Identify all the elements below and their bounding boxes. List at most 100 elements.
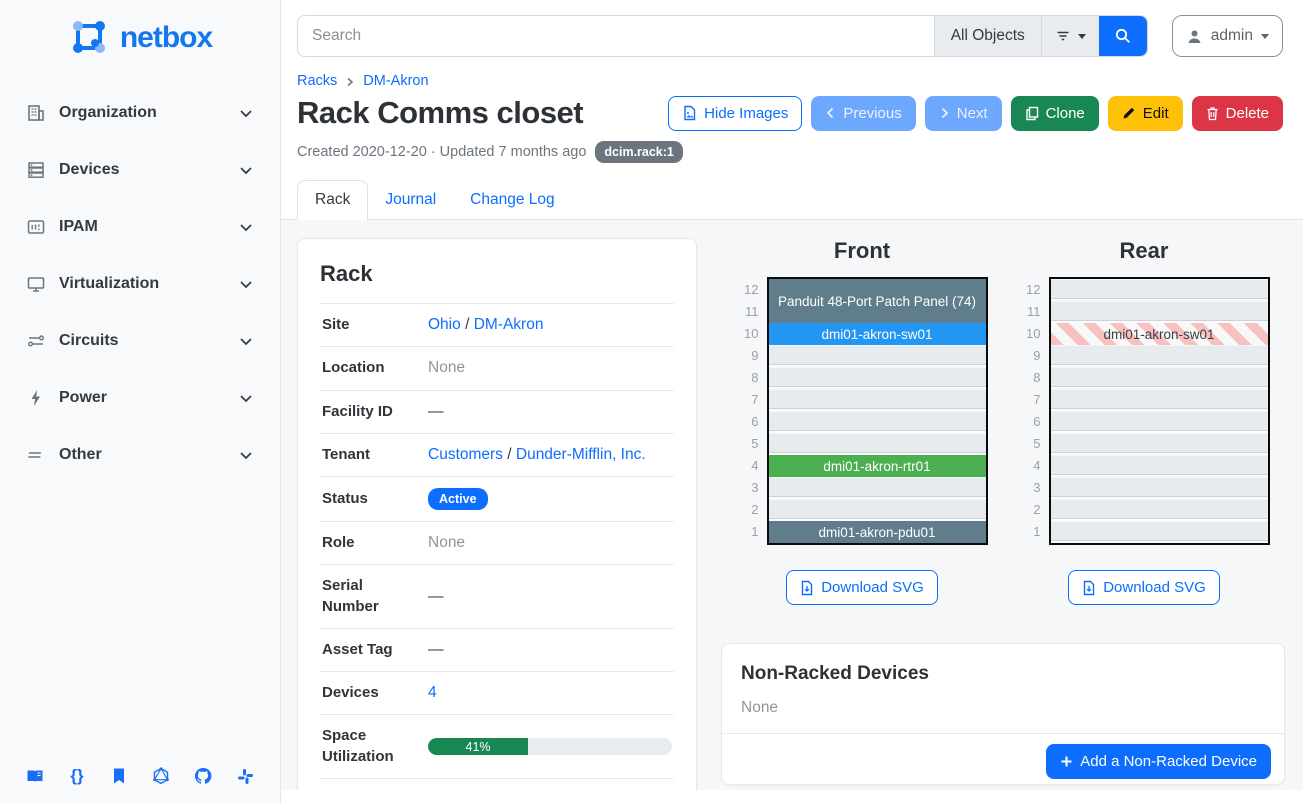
next-button[interactable]: Next [925,96,1002,131]
chevron-down-icon [238,390,254,406]
breadcrumb-link-site[interactable]: DM-Akron [363,73,428,89]
sidebar-item-ipam[interactable]: IPAM [18,210,262,244]
rack-device[interactable]: dmi01-akron-sw01 [769,323,986,345]
search-filter-button[interactable] [1041,16,1099,56]
breadcrumb-link-racks[interactable]: Racks [297,73,337,89]
object-id-badge: dcim.rack:1 [595,141,682,163]
tab-change-log[interactable]: Change Log [453,181,571,219]
filter-icon [1055,28,1071,44]
front-unit-numbers: 1211 109 87 65 43 21 [737,277,759,545]
table-row-status: Status Active [320,477,674,522]
empty-unit[interactable] [1051,279,1268,301]
search-input[interactable] [298,16,934,56]
caret-down-icon [1078,34,1086,39]
asset-tag-value: — [420,641,672,659]
plus-icon [1060,755,1073,768]
front-elevation-title: Front [834,238,890,264]
person-icon [1186,28,1203,45]
empty-unit[interactable] [1051,477,1268,499]
clone-button[interactable]: Clone [1011,96,1099,131]
table-row-location: Location None [320,347,674,390]
empty-unit[interactable] [1051,411,1268,433]
title-row: Rack Comms closet Hide Images Previous N… [281,89,1303,131]
sidebar-item-virtualization[interactable]: Virtualization [18,267,262,301]
table-row-role: Role None [320,522,674,565]
delete-button[interactable]: Delete [1192,96,1283,131]
empty-unit[interactable] [769,499,986,521]
previous-button[interactable]: Previous [811,96,915,131]
empty-unit[interactable] [1051,389,1268,411]
empty-unit[interactable] [1051,433,1268,455]
sidebar-footer: {} [0,765,280,803]
rest-api-braces-icon[interactable]: {} [66,765,88,787]
rack-device[interactable]: dmi01-akron-rtr01 [769,455,986,477]
add-non-racked-device-button[interactable]: Add a Non-Racked Device [1046,744,1271,779]
monitor-icon [26,274,46,294]
empty-unit[interactable] [1051,301,1268,323]
pencil-icon [1122,106,1136,120]
status-badge: Active [428,488,488,510]
location-value: None [420,359,672,377]
empty-unit[interactable] [769,345,986,367]
sidebar-item-power[interactable]: Power [18,381,262,415]
empty-unit[interactable] [769,433,986,455]
empty-unit[interactable] [1051,521,1268,543]
search-scope-selector[interactable]: All Objects [934,16,1041,56]
tab-rack[interactable]: Rack [297,180,368,220]
empty-unit[interactable] [1051,455,1268,477]
netbox-logo[interactable]: netbox [0,0,280,70]
slack-icon[interactable] [234,765,256,787]
tab-journal[interactable]: Journal [368,181,453,219]
download-svg-front-button[interactable]: Download SVG [786,570,938,605]
devices-count-link[interactable]: 4 [428,684,437,701]
chevron-down-icon [238,219,254,235]
tenant-group-link[interactable]: Customers [428,446,503,463]
building-icon [26,103,46,123]
sidebar-menu: Organization Devices IPAM Virtualization… [0,70,280,495]
chevron-right-icon [345,77,355,87]
bookmark-icon[interactable] [108,765,130,787]
empty-unit[interactable] [1051,367,1268,389]
site-region-link[interactable]: Ohio [428,316,461,333]
right-column: Front 1211 109 87 65 43 21 Panduit 48-Po… [721,238,1285,790]
empty-unit[interactable] [769,411,986,433]
github-icon[interactable] [192,765,214,787]
sidebar-item-organization[interactable]: Organization [18,96,262,130]
empty-unit[interactable] [769,477,986,499]
sidebar-item-other[interactable]: Other [18,438,262,472]
empty-unit[interactable] [1051,499,1268,521]
rack-device-rear[interactable]: dmi01-akron-sw01 [1051,323,1268,345]
rear-elevation: Rear 1211 109 87 65 43 21 dmi01-akron-sw… [1003,238,1285,610]
user-menu-button[interactable]: admin [1172,15,1283,57]
rack-device[interactable]: dmi01-akron-pdu01 [769,521,986,543]
search-scope-label: All Objects [951,27,1025,45]
empty-unit[interactable] [769,389,986,411]
space-utilization-fill: 41% [428,738,528,755]
sidebar-item-label: Organization [59,104,157,122]
docs-book-icon[interactable] [24,765,46,787]
rear-rack-diagram: dmi01-akron-sw01 [1049,277,1270,545]
tab-content: Rack Site Ohio / DM-Akron Location None [281,220,1303,790]
main-area: All Objects admin Racks DM-Akron Rack Co… [281,0,1303,803]
download-svg-rear-button[interactable]: Download SVG [1068,570,1220,605]
search-submit-button[interactable] [1099,16,1147,56]
lightning-icon [26,388,46,408]
transit-icon [26,331,46,351]
sidebar-item-label: Virtualization [59,275,159,293]
tab-bar: Rack Journal Change Log [281,180,1303,220]
sidebar-item-circuits[interactable]: Circuits [18,324,262,358]
created-updated-text: Created 2020-12-20 · Updated 7 months ag… [297,144,586,160]
hide-images-button[interactable]: Hide Images [668,96,802,131]
empty-unit[interactable] [1051,345,1268,367]
empty-unit[interactable] [769,367,986,389]
edit-button[interactable]: Edit [1108,96,1183,131]
ip-card-icon [26,217,46,237]
graphql-icon[interactable] [150,765,172,787]
site-link[interactable]: DM-Akron [474,316,544,333]
sidebar-item-devices[interactable]: Devices [18,153,262,187]
sidebar-item-label: IPAM [59,218,98,236]
serial-number-value: — [420,588,672,606]
tenant-link[interactable]: Dunder-Mifflin, Inc. [516,446,646,463]
sidebar-item-label: Devices [59,161,120,179]
rack-device[interactable]: Panduit 48-Port Patch Panel (74) [769,279,986,323]
